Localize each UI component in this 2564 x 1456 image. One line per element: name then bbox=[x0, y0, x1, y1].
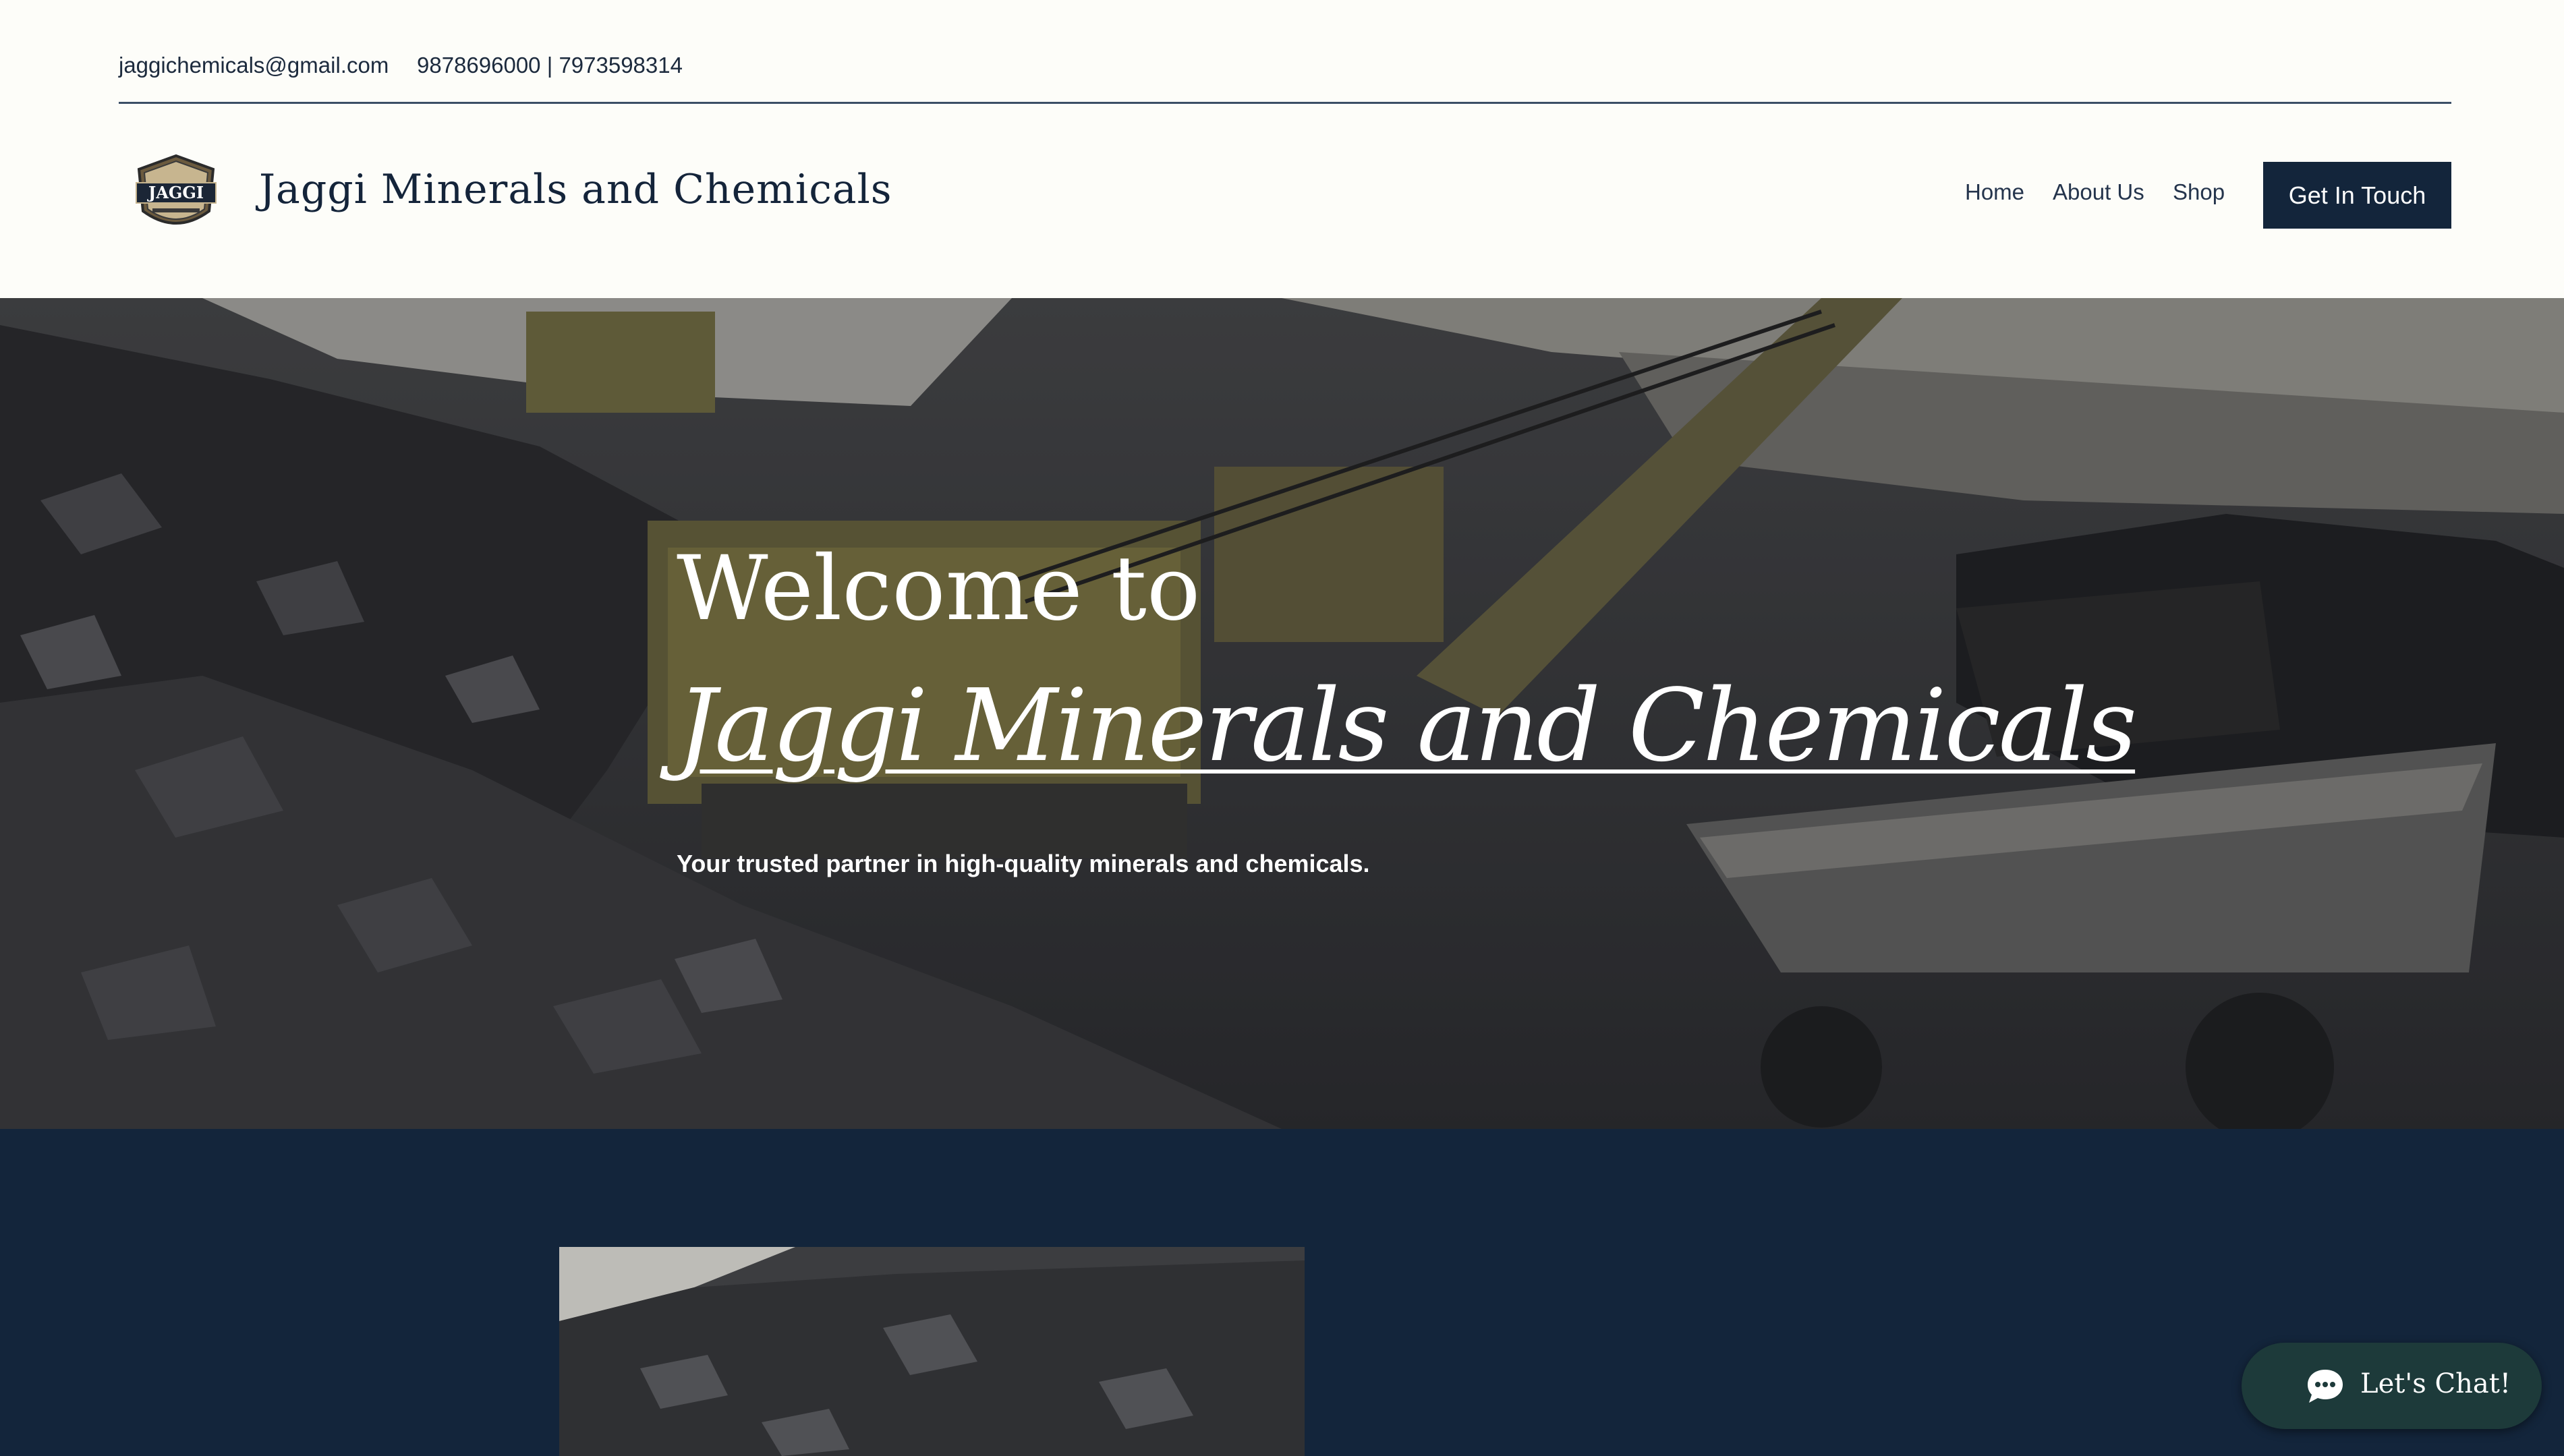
contact-email[interactable]: jaggichemicals@gmail.com bbox=[119, 53, 389, 78]
chat-bubble-icon bbox=[2308, 1370, 2343, 1403]
svg-text:JAGGI: JAGGI bbox=[147, 183, 204, 202]
nav-about-us-link[interactable]: About Us bbox=[2053, 179, 2144, 205]
nav-shop-link[interactable]: Shop bbox=[2173, 179, 2225, 205]
nav-home-link[interactable]: Home bbox=[1965, 179, 2024, 205]
hero-title-link[interactable]: Jaggi Minerals and Chemicals bbox=[677, 676, 2137, 776]
top-contact-bar: jaggichemicals@gmail.com 9878696000 | 79… bbox=[0, 0, 2564, 104]
hero-subtitle: Your trusted partner in high-quality min… bbox=[677, 850, 1370, 877]
get-in-touch-button[interactable]: Get In Touch bbox=[2263, 162, 2451, 229]
contact-phone[interactable]: 9878696000 | 7973598314 bbox=[417, 53, 683, 78]
mine-photo bbox=[559, 1247, 1305, 1456]
chat-label: Let's Chat! bbox=[2360, 1368, 2511, 1399]
hero-section: Welcome to Jaggi Minerals and Chemicals … bbox=[0, 298, 2564, 1129]
hero-welcome-text: Welcome to bbox=[677, 537, 1201, 641]
brand-name[interactable]: Jaggi Minerals and Chemicals bbox=[259, 166, 892, 213]
site-header: JAGGI Jaggi Minerals and Chemicals Home … bbox=[0, 104, 2564, 298]
jaggi-logo[interactable]: JAGGI bbox=[132, 153, 220, 235]
chat-widget-button[interactable]: Let's Chat! bbox=[2242, 1343, 2542, 1429]
about-section bbox=[0, 1129, 2564, 1456]
